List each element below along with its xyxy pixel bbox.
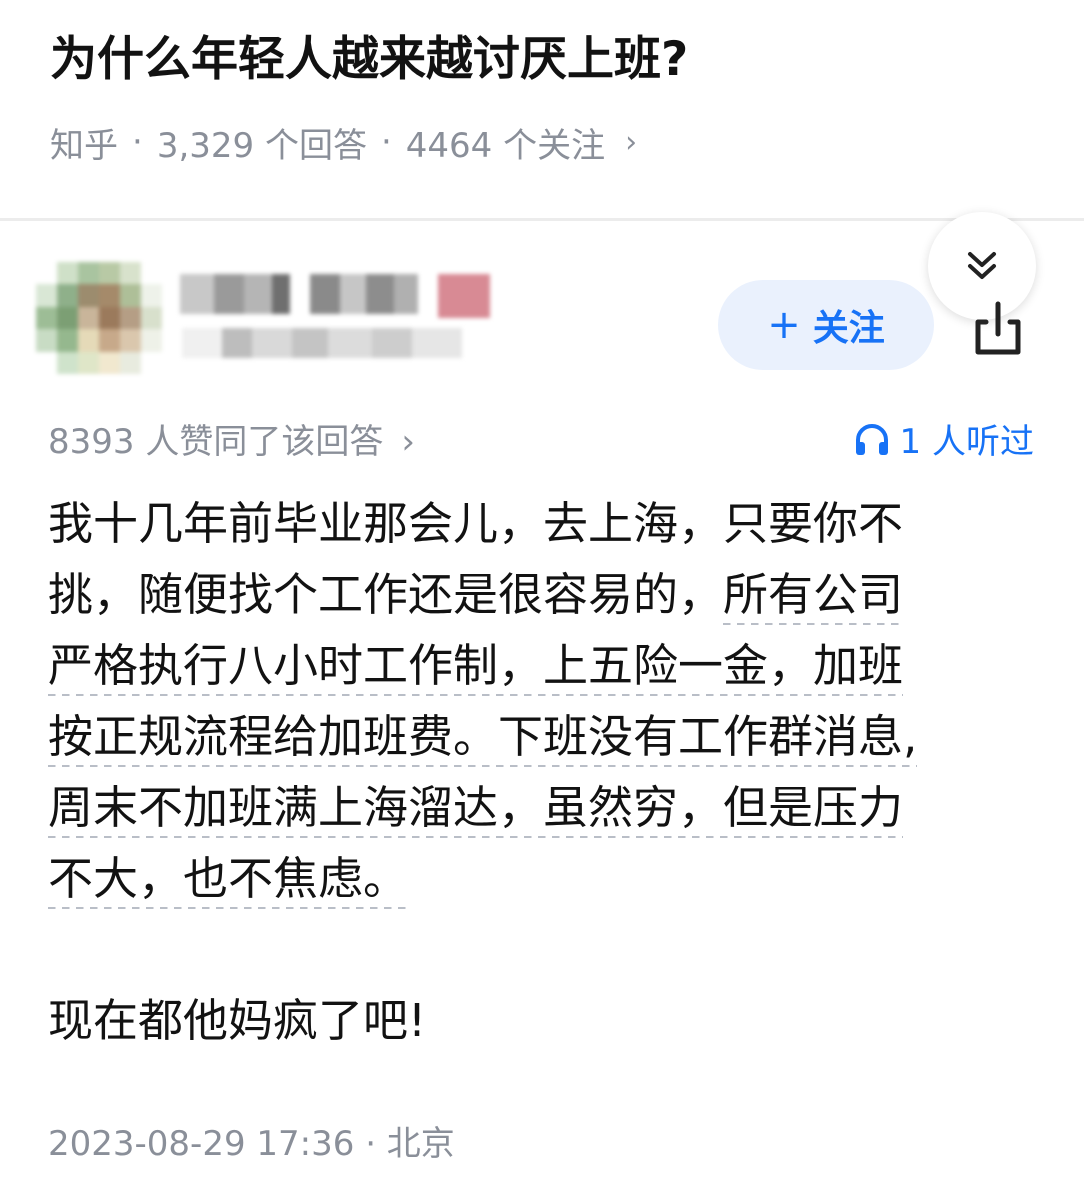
answer-line-plain: 挑，随便找个工作还是很容易的，	[48, 568, 724, 621]
agree-text: 8393 人赞同了该回答	[48, 422, 384, 462]
follow-button[interactable]: + 关注	[718, 280, 934, 370]
listen-text: 1 人听过	[899, 422, 1034, 462]
answer-line: 周末不加班满上海溜达，虽然穷，但是压力	[48, 772, 1048, 843]
answer-line: 严格执行八小时工作制，上五险一金，加班	[48, 630, 1048, 701]
agree-count[interactable]: 8393 人赞同了该回答 ›	[48, 414, 415, 463]
highlighted-phrase[interactable]: 严格执行八小时工作制，上五险一金，加班	[48, 639, 904, 696]
highlighted-phrase[interactable]: 按正规流程给加班费。下班没有工作群消息,	[48, 710, 918, 767]
listen-count[interactable]: 1 人听过	[854, 414, 1034, 463]
answer-line: 挑，随便找个工作还是很容易的，所有公司	[48, 559, 1048, 630]
chevron-right-icon: ›	[625, 124, 638, 160]
source-label: 知乎	[50, 125, 118, 166]
follow-button-label: 关注	[812, 308, 885, 349]
follow-count: 4464 个关注	[405, 125, 606, 166]
answer-closing-line: 现在都他妈疯了吧!	[48, 994, 427, 1047]
highlighted-phrase[interactable]: 不大，也不焦虑。	[48, 852, 409, 909]
author-name	[180, 274, 490, 318]
section-divider	[0, 218, 1084, 221]
chevron-right-icon: ›	[401, 422, 415, 462]
meta-separator: ·	[132, 122, 143, 162]
author-info[interactable]	[176, 262, 490, 372]
plus-icon: +	[767, 302, 801, 348]
answer-timestamp: 2023-08-29 17:36 · 北京	[48, 1124, 455, 1164]
answer-count: 3,329 个回答	[156, 125, 367, 166]
highlighted-phrase[interactable]: 周末不加班满上海溜达，虽然穷，但是压力	[48, 781, 904, 838]
share-icon[interactable]	[968, 296, 1028, 358]
double-chevron-down-icon	[968, 252, 996, 279]
headphones-icon	[855, 423, 888, 455]
answer-line: 我十几年前毕业那会儿，去上海，只要你不	[48, 497, 904, 550]
meta-separator: ·	[380, 122, 392, 162]
avatar[interactable]	[36, 262, 162, 374]
highlighted-phrase[interactable]: 所有公司	[723, 568, 904, 625]
answer-line: 按正规流程给加班费。下班没有工作群消息,	[48, 701, 1048, 772]
author-bio	[182, 328, 462, 358]
answer-line: 不大，也不焦虑。	[48, 843, 1048, 914]
question-meta[interactable]: 知乎 · 3,329 个回答 · 4464 个关注 ›	[50, 118, 637, 166]
answer-content: 我十几年前毕业那会儿，去上海，只要你不 挑，随便找个工作还是很容易的，所有公司 …	[48, 488, 1048, 1056]
question-title[interactable]: 为什么年轻人越来越讨厌上班?	[50, 28, 1050, 92]
